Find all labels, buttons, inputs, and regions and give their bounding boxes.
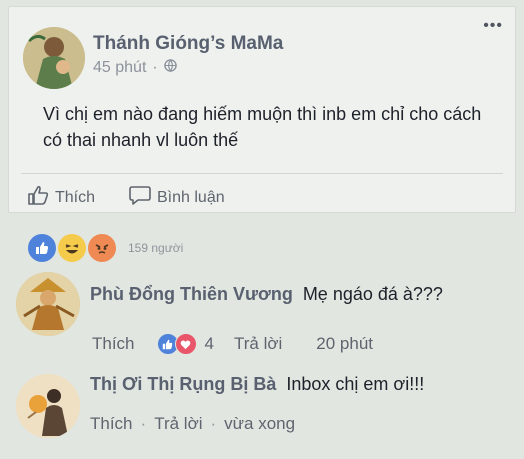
comment-actions: Thích · Trả lời · vừa xong [90, 414, 295, 434]
comment-body: Thị Ơi Thị Rụng Bị Bà Inbox chị em ơi!!! [90, 374, 424, 395]
comment-reactions[interactable]: 4 [156, 333, 214, 355]
comment-actions: Thích 4 Trả lời 20 phút [92, 333, 373, 355]
post-author-name[interactable]: Thánh Gióng’s MaMa [93, 33, 283, 55]
comment-like-button[interactable]: Thích [90, 414, 133, 434]
globe-icon [163, 59, 177, 77]
dot-separator: · [152, 59, 158, 76]
post-author-avatar[interactable] [23, 27, 85, 89]
comment-time[interactable]: 20 phút [316, 334, 373, 354]
haha-icon [56, 232, 88, 264]
like-label: Thích [55, 188, 96, 206]
post-meta: 45 phút · [93, 59, 177, 77]
angry-icon [86, 232, 118, 264]
reaction-count: 159 người [128, 241, 184, 255]
thumbs-up-icon [27, 185, 49, 210]
comment-text: Mẹ ngáo đá à??? [302, 284, 443, 304]
reply-button[interactable]: Trả lời [234, 334, 282, 354]
speech-bubble-icon [129, 185, 151, 210]
comment-reaction-count: 4 [204, 334, 214, 353]
reactions-summary[interactable]: 159 người [26, 232, 183, 264]
comment-label: Bình luận [157, 188, 225, 206]
reply-button[interactable]: Trả lời [154, 414, 202, 434]
like-icon [26, 232, 58, 264]
comment-time[interactable]: vừa xong [224, 414, 295, 434]
more-options-icon[interactable]: ••• [483, 17, 503, 35]
heart-icon [174, 333, 197, 355]
post-text: Vì chị em nào đang hiếm muộn thì inb em … [43, 104, 482, 150]
dot-separator: · [210, 414, 217, 433]
dot-separator: · [140, 414, 147, 433]
commenter-avatar[interactable] [16, 272, 80, 336]
comment-button[interactable]: Bình luận [129, 185, 225, 210]
divider [21, 173, 503, 174]
commenter-name[interactable]: Thị Ơi Thị Rụng Bị Bà [90, 374, 276, 394]
post-card: Thánh Gióng’s MaMa 45 phút · ••• Vì chị … [8, 6, 516, 213]
post-time[interactable]: 45 phút [93, 59, 146, 77]
comment-like-button[interactable]: Thích [92, 334, 135, 354]
comment-text: Inbox chị em ơi!!! [286, 374, 425, 394]
like-button[interactable]: Thích [27, 185, 95, 210]
commenter-avatar[interactable] [16, 374, 80, 438]
comment-body: Phù Đổng Thiên Vương Mẹ ngáo đá à??? [90, 284, 443, 305]
commenter-name[interactable]: Phù Đổng Thiên Vương [90, 284, 293, 304]
